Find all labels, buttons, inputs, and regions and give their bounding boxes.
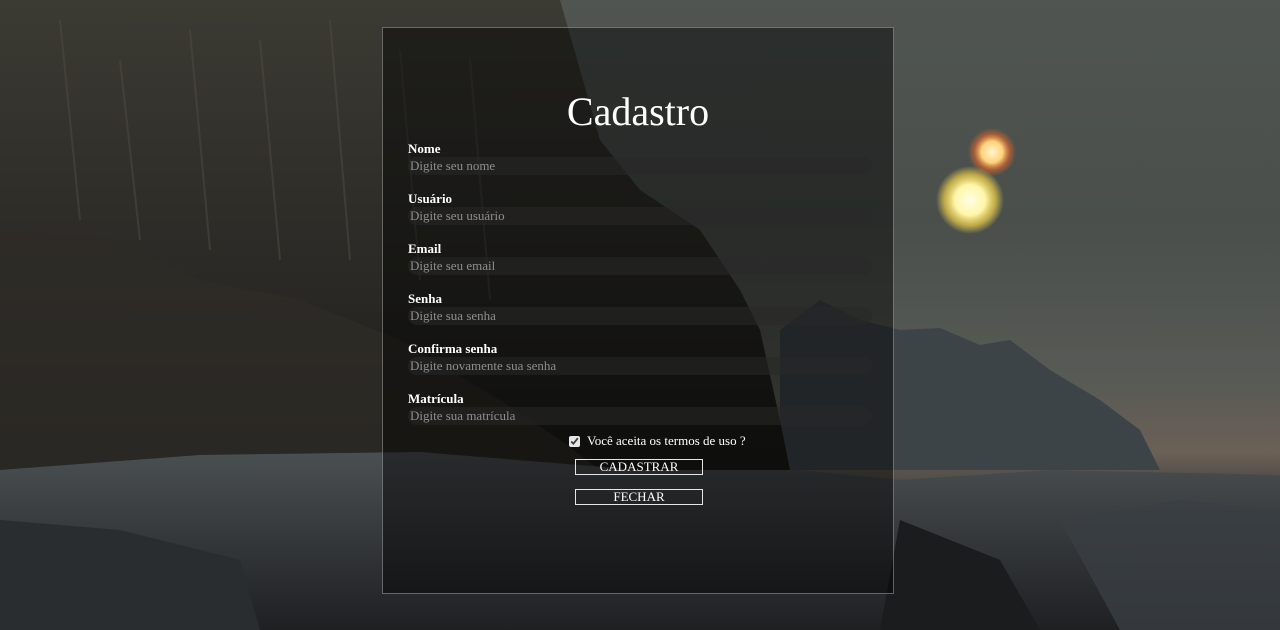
close-button[interactable]: FECHAR xyxy=(575,489,703,505)
password-input[interactable] xyxy=(408,307,872,325)
email-field-group: Email xyxy=(408,241,872,287)
terms-checkbox[interactable] xyxy=(569,435,580,447)
name-field-group: Nome xyxy=(408,141,872,187)
terms-row: Você aceita os termos de uso ? xyxy=(569,432,746,450)
name-input[interactable] xyxy=(408,157,872,175)
registration-number-input[interactable] xyxy=(408,407,872,425)
register-button[interactable]: CADASTRAR xyxy=(575,459,703,475)
email-input[interactable] xyxy=(408,257,872,275)
confirm-password-input[interactable] xyxy=(408,357,872,375)
registration-number-field-group: Matrícula xyxy=(408,391,872,437)
confirm-password-label: Confirma senha xyxy=(408,341,498,356)
username-input[interactable] xyxy=(408,207,872,225)
password-field-group: Senha xyxy=(408,291,872,337)
username-label: Usuário xyxy=(408,191,453,206)
email-label: Email xyxy=(408,241,442,256)
terms-label[interactable]: Você aceita os termos de uso ? xyxy=(587,433,746,449)
name-label: Nome xyxy=(408,141,441,156)
page-title: Cadastro xyxy=(566,89,710,134)
signup-card: Cadastro Nome Usuário Email Senha Confir… xyxy=(382,27,894,594)
username-field-group: Usuário xyxy=(408,191,872,237)
confirm-password-field-group: Confirma senha xyxy=(408,341,872,387)
registration-number-label: Matrícula xyxy=(408,391,464,406)
password-label: Senha xyxy=(408,291,442,306)
